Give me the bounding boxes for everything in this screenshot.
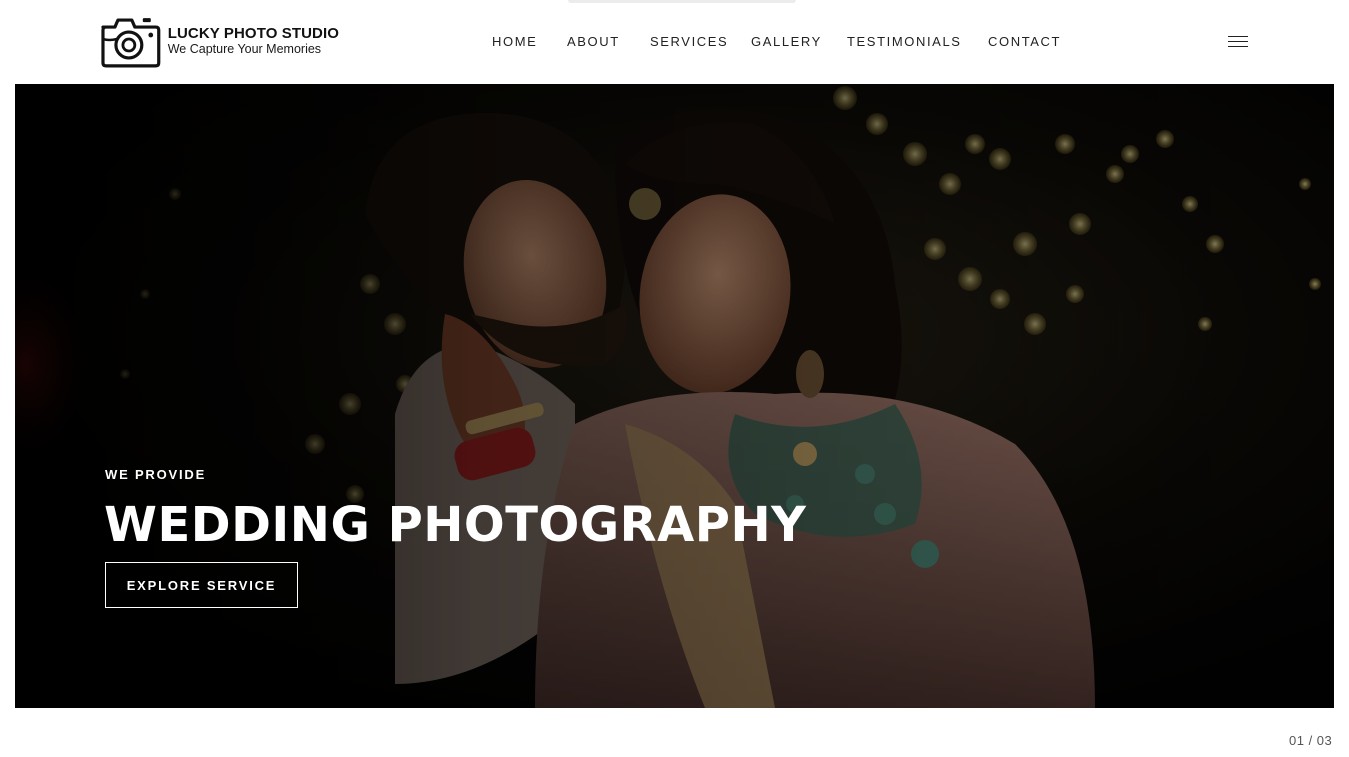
- brand-tagline: We Capture Your Memories: [167, 42, 322, 56]
- site-logo[interactable]: LUCKY PHOTO STUDIO We Capture Your Memor…: [99, 15, 339, 69]
- slide-counter: 01 / 03: [1289, 733, 1333, 748]
- hero-eyebrow: WE PROVIDE: [105, 467, 207, 482]
- hero-title: WEDDING PHOTOGRAPHY: [104, 497, 807, 553]
- hero-dark-overlay: [15, 84, 1334, 708]
- nav-item-services[interactable]: SERVICES: [650, 33, 728, 51]
- camera-icon: [101, 18, 161, 68]
- logo-text: LUCKY PHOTO STUDIO We Capture Your Memor…: [168, 25, 339, 57]
- explore-service-button[interactable]: EXPLORE SERVICE: [105, 562, 298, 608]
- brand-name: LUCKY PHOTO STUDIO: [167, 25, 339, 42]
- nav-item-gallery[interactable]: GALLERY: [751, 33, 822, 51]
- hero-slider: WE PROVIDE WEDDING PHOTOGRAPHY EXPLORE S…: [15, 84, 1334, 708]
- site-header: LUCKY PHOTO STUDIO We Capture Your Memor…: [0, 0, 1349, 84]
- nav-item-testimonials[interactable]: TESTIMONIALS: [847, 33, 962, 51]
- nav-item-home[interactable]: HOME: [492, 33, 537, 51]
- hamburger-menu-icon[interactable]: [1226, 33, 1250, 51]
- top-tab-decoration: [568, 0, 796, 3]
- nav-item-contact[interactable]: CONTACT: [988, 33, 1061, 51]
- nav-item-about[interactable]: ABOUT: [567, 33, 620, 51]
